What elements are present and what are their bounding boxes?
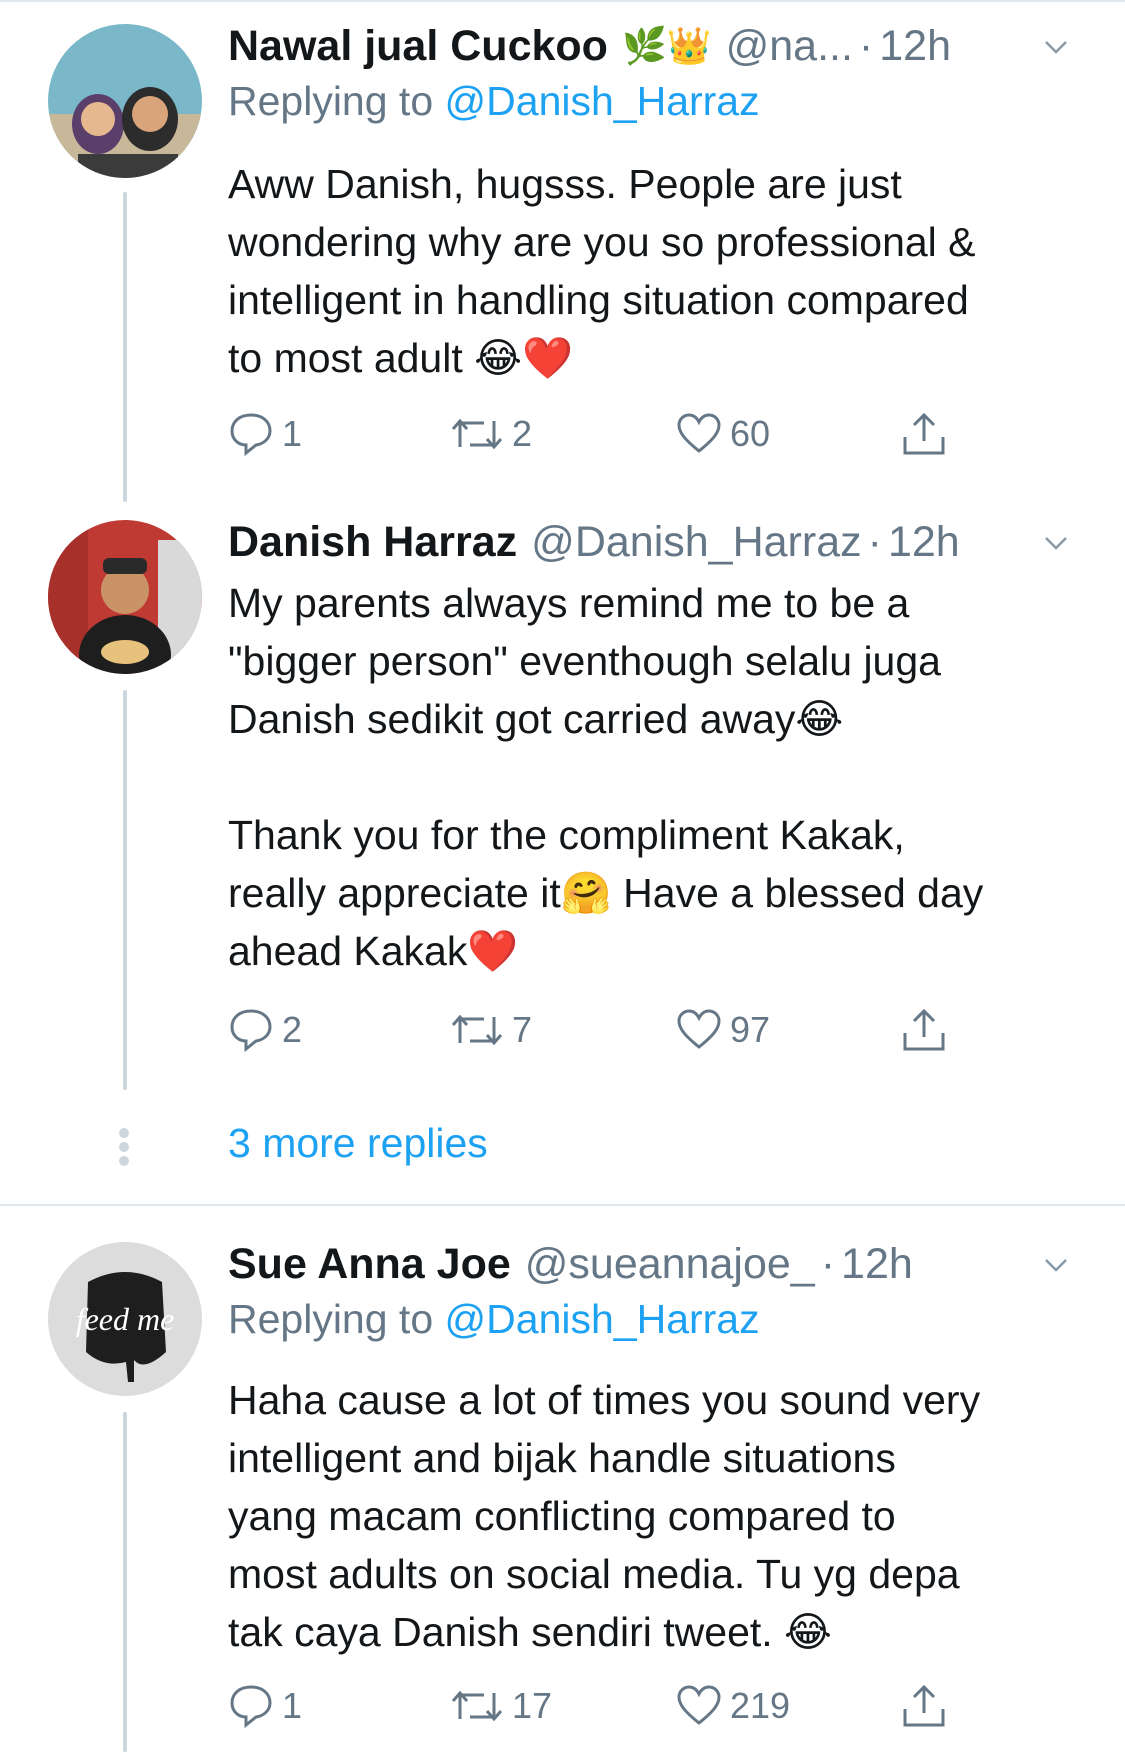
share-button[interactable] — [900, 1676, 956, 1736]
retweet-button[interactable]: 7 — [450, 1000, 532, 1060]
like-count: 219 — [730, 1685, 791, 1726]
more-replies-dots-icon — [119, 1124, 131, 1170]
timestamp[interactable]: 12h — [879, 22, 951, 71]
chevron-down-icon[interactable] — [1043, 530, 1069, 556]
handle[interactable]: @sueannajoe_ — [525, 1240, 815, 1289]
thread-line — [123, 192, 127, 502]
retweet-count: 2 — [512, 413, 533, 454]
heart-icon — [677, 1685, 721, 1725]
replying-label: Replying to — [228, 78, 434, 124]
share-icon — [903, 1684, 945, 1727]
action-bar: 1 2 60 — [228, 404, 968, 464]
share-icon — [903, 412, 945, 455]
svg-text:feed me: feed me — [76, 1301, 175, 1337]
share-icon — [903, 1008, 945, 1051]
name-emoji-badges: 🌿👑 — [621, 25, 712, 66]
heart-icon — [677, 1009, 721, 1049]
tweet-1[interactable]: Nawal jual Cuckoo 🌿👑 @na... · 12h Replyi… — [0, 0, 1125, 502]
retweet-button[interactable]: 2 — [450, 404, 532, 464]
tweet-text: Haha cause a lot of times you sound very… — [228, 1377, 981, 1655]
reply-button[interactable]: 1 — [228, 1676, 302, 1736]
retweet-icon — [451, 1014, 503, 1046]
reply-button[interactable]: 2 — [228, 1000, 302, 1060]
handle[interactable]: @Danish_Harraz — [531, 518, 861, 567]
replying-mention[interactable]: @Danish_Harraz — [445, 1296, 760, 1342]
timestamp[interactable]: 12h — [888, 518, 960, 567]
handle[interactable]: @na... — [726, 22, 853, 71]
separator-dot: · — [858, 21, 874, 70]
display-name[interactable]: Sue Anna Joe — [228, 1240, 511, 1289]
action-bar: 1 17 219 — [228, 1676, 968, 1736]
avatar-photo-icon — [48, 24, 202, 178]
thread-divider — [0, 1204, 1125, 1206]
timestamp[interactable]: 12h — [841, 1240, 913, 1289]
tweet-text: Aww Danish, hugsss. People are just wond… — [228, 161, 976, 381]
chevron-down-icon[interactable] — [1043, 34, 1069, 60]
retweet-count: 17 — [512, 1685, 553, 1726]
retweet-icon — [451, 418, 503, 450]
tweet-2[interactable]: Danish Harraz @Danish_Harraz · 12h My pa… — [0, 518, 1125, 1090]
avatar-feed-me-logo-icon: feed me — [48, 1242, 202, 1396]
chevron-down-icon[interactable] — [1043, 1252, 1069, 1278]
more-replies-link[interactable]: 3 more replies — [228, 1120, 488, 1167]
reply-icon — [230, 413, 272, 457]
like-count: 60 — [730, 413, 771, 454]
tweet-text: My parents always remind me to be a "big… — [228, 580, 984, 974]
reply-icon — [230, 1009, 272, 1053]
tweet-3[interactable]: feed me Sue Anna Joe @sueannajoe_ · 12h … — [0, 1236, 1125, 1752]
retweet-count: 7 — [512, 1009, 533, 1050]
like-button[interactable]: 219 — [676, 1676, 790, 1736]
share-button[interactable] — [900, 1000, 956, 1060]
separator-dot: · — [867, 517, 882, 566]
replying-mention[interactable]: @Danish_Harraz — [445, 78, 760, 124]
retweet-button[interactable]: 17 — [450, 1676, 552, 1736]
reply-count: 1 — [282, 1685, 303, 1726]
tweet-header: Nawal jual Cuckoo 🌿👑 @na... · 12h — [228, 18, 1065, 74]
display-name[interactable]: Nawal jual Cuckoo — [228, 22, 608, 71]
like-count: 97 — [730, 1009, 771, 1050]
like-button[interactable]: 97 — [676, 1000, 770, 1060]
like-button[interactable]: 60 — [676, 404, 770, 464]
tweet-header: Danish Harraz @Danish_Harraz · 12h — [228, 514, 1065, 570]
replying-label: Replying to — [228, 1296, 434, 1342]
share-button[interactable] — [900, 404, 956, 464]
tweet-header: Sue Anna Joe @sueannajoe_ · 12h — [228, 1236, 1065, 1292]
separator-dot: · — [820, 1239, 836, 1288]
action-bar: 2 7 97 — [228, 1000, 968, 1060]
avatar-nawal[interactable] — [48, 24, 202, 178]
reply-count: 2 — [282, 1009, 303, 1050]
thread-line — [123, 1412, 127, 1752]
avatar-photo-icon — [48, 520, 202, 674]
heart-icon — [677, 413, 721, 453]
thread-line — [123, 690, 127, 1090]
display-name[interactable]: Danish Harraz — [228, 518, 517, 567]
avatar-sue-anna[interactable]: feed me — [48, 1242, 202, 1396]
reply-icon — [230, 1685, 272, 1729]
reply-button[interactable]: 1 — [228, 404, 302, 464]
replying-to: Replying to @Danish_Harraz — [228, 78, 760, 125]
avatar-danish[interactable] — [48, 520, 202, 674]
replying-to: Replying to @Danish_Harraz — [228, 1296, 760, 1343]
reply-count: 1 — [282, 413, 303, 454]
retweet-icon — [451, 1690, 503, 1722]
